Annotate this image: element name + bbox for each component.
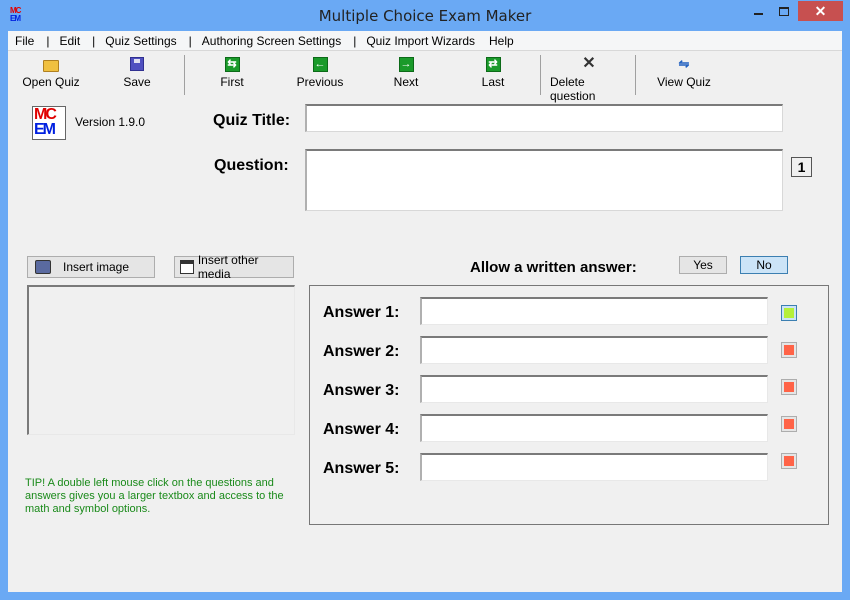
last-button[interactable]: ⇄ Last [475, 56, 511, 94]
menu-file[interactable]: File [15, 34, 34, 48]
menu-edit[interactable]: Edit [59, 34, 80, 48]
minimize-icon [753, 13, 763, 15]
app-logo: MC EM [32, 106, 66, 140]
floppy-disk-icon [129, 56, 145, 72]
window-title: Multiple Choice Exam Maker [318, 7, 532, 25]
view-quiz-label: View Quiz [657, 75, 711, 89]
answer-3-label: Answer 3: [323, 382, 400, 399]
quiz-title-label: Quiz Title: [213, 112, 291, 129]
answer-2-correct-toggle[interactable] [781, 342, 797, 358]
camera-icon [35, 260, 51, 274]
close-icon: ✕ [814, 2, 827, 19]
answer-1-correct-toggle[interactable] [781, 305, 797, 321]
logo-bottom: EM [34, 121, 56, 138]
arrow-right-icon: → [398, 56, 414, 72]
folder-open-icon [43, 56, 59, 72]
media-preview-box[interactable] [27, 285, 295, 435]
logo-top: MC [34, 106, 57, 123]
last-arrow-icon: ⇄ [485, 56, 501, 72]
maximize-button[interactable] [771, 1, 797, 21]
written-answer-no-button[interactable]: No [740, 256, 788, 274]
save-label: Save [123, 75, 151, 89]
previous-button[interactable]: ← Previous [294, 56, 346, 94]
answer-5-input[interactable] [420, 453, 768, 481]
arrow-left-icon: ← [312, 56, 328, 72]
answer-3-input[interactable] [420, 375, 768, 403]
correct-mark-icon [784, 308, 794, 318]
menu-separator: | [92, 33, 96, 48]
close-button[interactable]: ✕ [798, 1, 843, 21]
app-window: MC EM Multiple Choice Exam Maker ✕ File … [0, 0, 850, 600]
written-answer-yes-button[interactable]: Yes [679, 256, 727, 274]
question-input[interactable] [305, 149, 783, 211]
save-button[interactable]: Save [117, 56, 157, 94]
open-quiz-button[interactable]: Open Quiz [22, 56, 80, 94]
view-quiz-icon: ⇋ [678, 56, 690, 71]
delete-x-icon: ✕ [582, 55, 596, 72]
title-bar[interactable]: MC EM Multiple Choice Exam Maker ✕ [0, 0, 850, 31]
insert-other-media-button[interactable]: Insert other media [174, 253, 294, 281]
answers-group: Answer 1: Answer 2: Answer 3: Answer 4: … [309, 285, 829, 525]
menu-bar: File | Edit | Quiz Settings | Authoring … [8, 31, 842, 51]
first-arrow-icon: ⇆ [224, 56, 240, 72]
toolbar: Open Quiz Save ⇆ First ← Previous → Next… [8, 52, 842, 104]
maximize-icon [779, 6, 789, 16]
previous-label: Previous [296, 75, 344, 89]
answer-5-label: Answer 5: [323, 460, 400, 477]
first-label: First [220, 75, 244, 89]
answer-4-label: Answer 4: [323, 421, 400, 438]
tip-text: TIP! A double left mouse click on the qu… [25, 477, 284, 515]
question-label: Question: [214, 157, 289, 174]
insert-image-button[interactable]: Insert image [27, 256, 155, 278]
version-label: Version 1.9.0 [75, 115, 146, 129]
insert-image-label: Insert image [63, 260, 130, 274]
answer-1-label: Answer 1: [323, 304, 400, 321]
client-area: File | Edit | Quiz Settings | Authoring … [8, 31, 842, 592]
answer-2-label: Answer 2: [323, 343, 400, 360]
open-quiz-label: Open Quiz [22, 75, 80, 89]
menu-quiz-settings[interactable]: Quiz Settings [105, 34, 176, 48]
answer-3-correct-toggle[interactable] [781, 379, 797, 395]
first-button[interactable]: ⇆ First [212, 56, 252, 94]
menu-separator: | [188, 33, 192, 48]
view-quiz-button[interactable]: ⇋ View Quiz [656, 56, 712, 94]
question-number: 1 [791, 157, 812, 177]
incorrect-mark-icon [784, 456, 794, 466]
menu-help[interactable]: Help [489, 34, 514, 48]
answer-4-correct-toggle[interactable] [781, 416, 797, 432]
delete-question-label: Delete question [550, 75, 596, 103]
written-answer-label: Allow a written answer: [470, 259, 637, 276]
answer-4-input[interactable] [420, 414, 768, 442]
minimize-button[interactable] [745, 1, 771, 21]
insert-other-media-label: Insert other media [197, 253, 259, 281]
quiz-title-input[interactable] [305, 104, 783, 132]
incorrect-mark-icon [784, 345, 794, 355]
incorrect-mark-icon [784, 419, 794, 429]
answer-2-input[interactable] [420, 336, 768, 364]
menu-separator: | [46, 33, 50, 48]
clapperboard-icon [180, 260, 194, 274]
toolbar-separator [184, 55, 185, 95]
delete-question-button[interactable]: ✕ Delete question [550, 55, 628, 104]
menu-separator: | [353, 33, 357, 48]
next-label: Next [393, 75, 419, 89]
toolbar-separator [635, 55, 636, 95]
next-button[interactable]: → Next [388, 56, 424, 94]
toolbar-separator [540, 55, 541, 95]
incorrect-mark-icon [784, 382, 794, 392]
answer-1-input[interactable] [420, 297, 768, 325]
menu-authoring-screen-settings[interactable]: Authoring Screen Settings [202, 34, 341, 48]
answer-5-correct-toggle[interactable] [781, 453, 797, 469]
last-label: Last [481, 75, 505, 89]
menu-quiz-import-wizards[interactable]: Quiz Import Wizards [366, 34, 475, 48]
